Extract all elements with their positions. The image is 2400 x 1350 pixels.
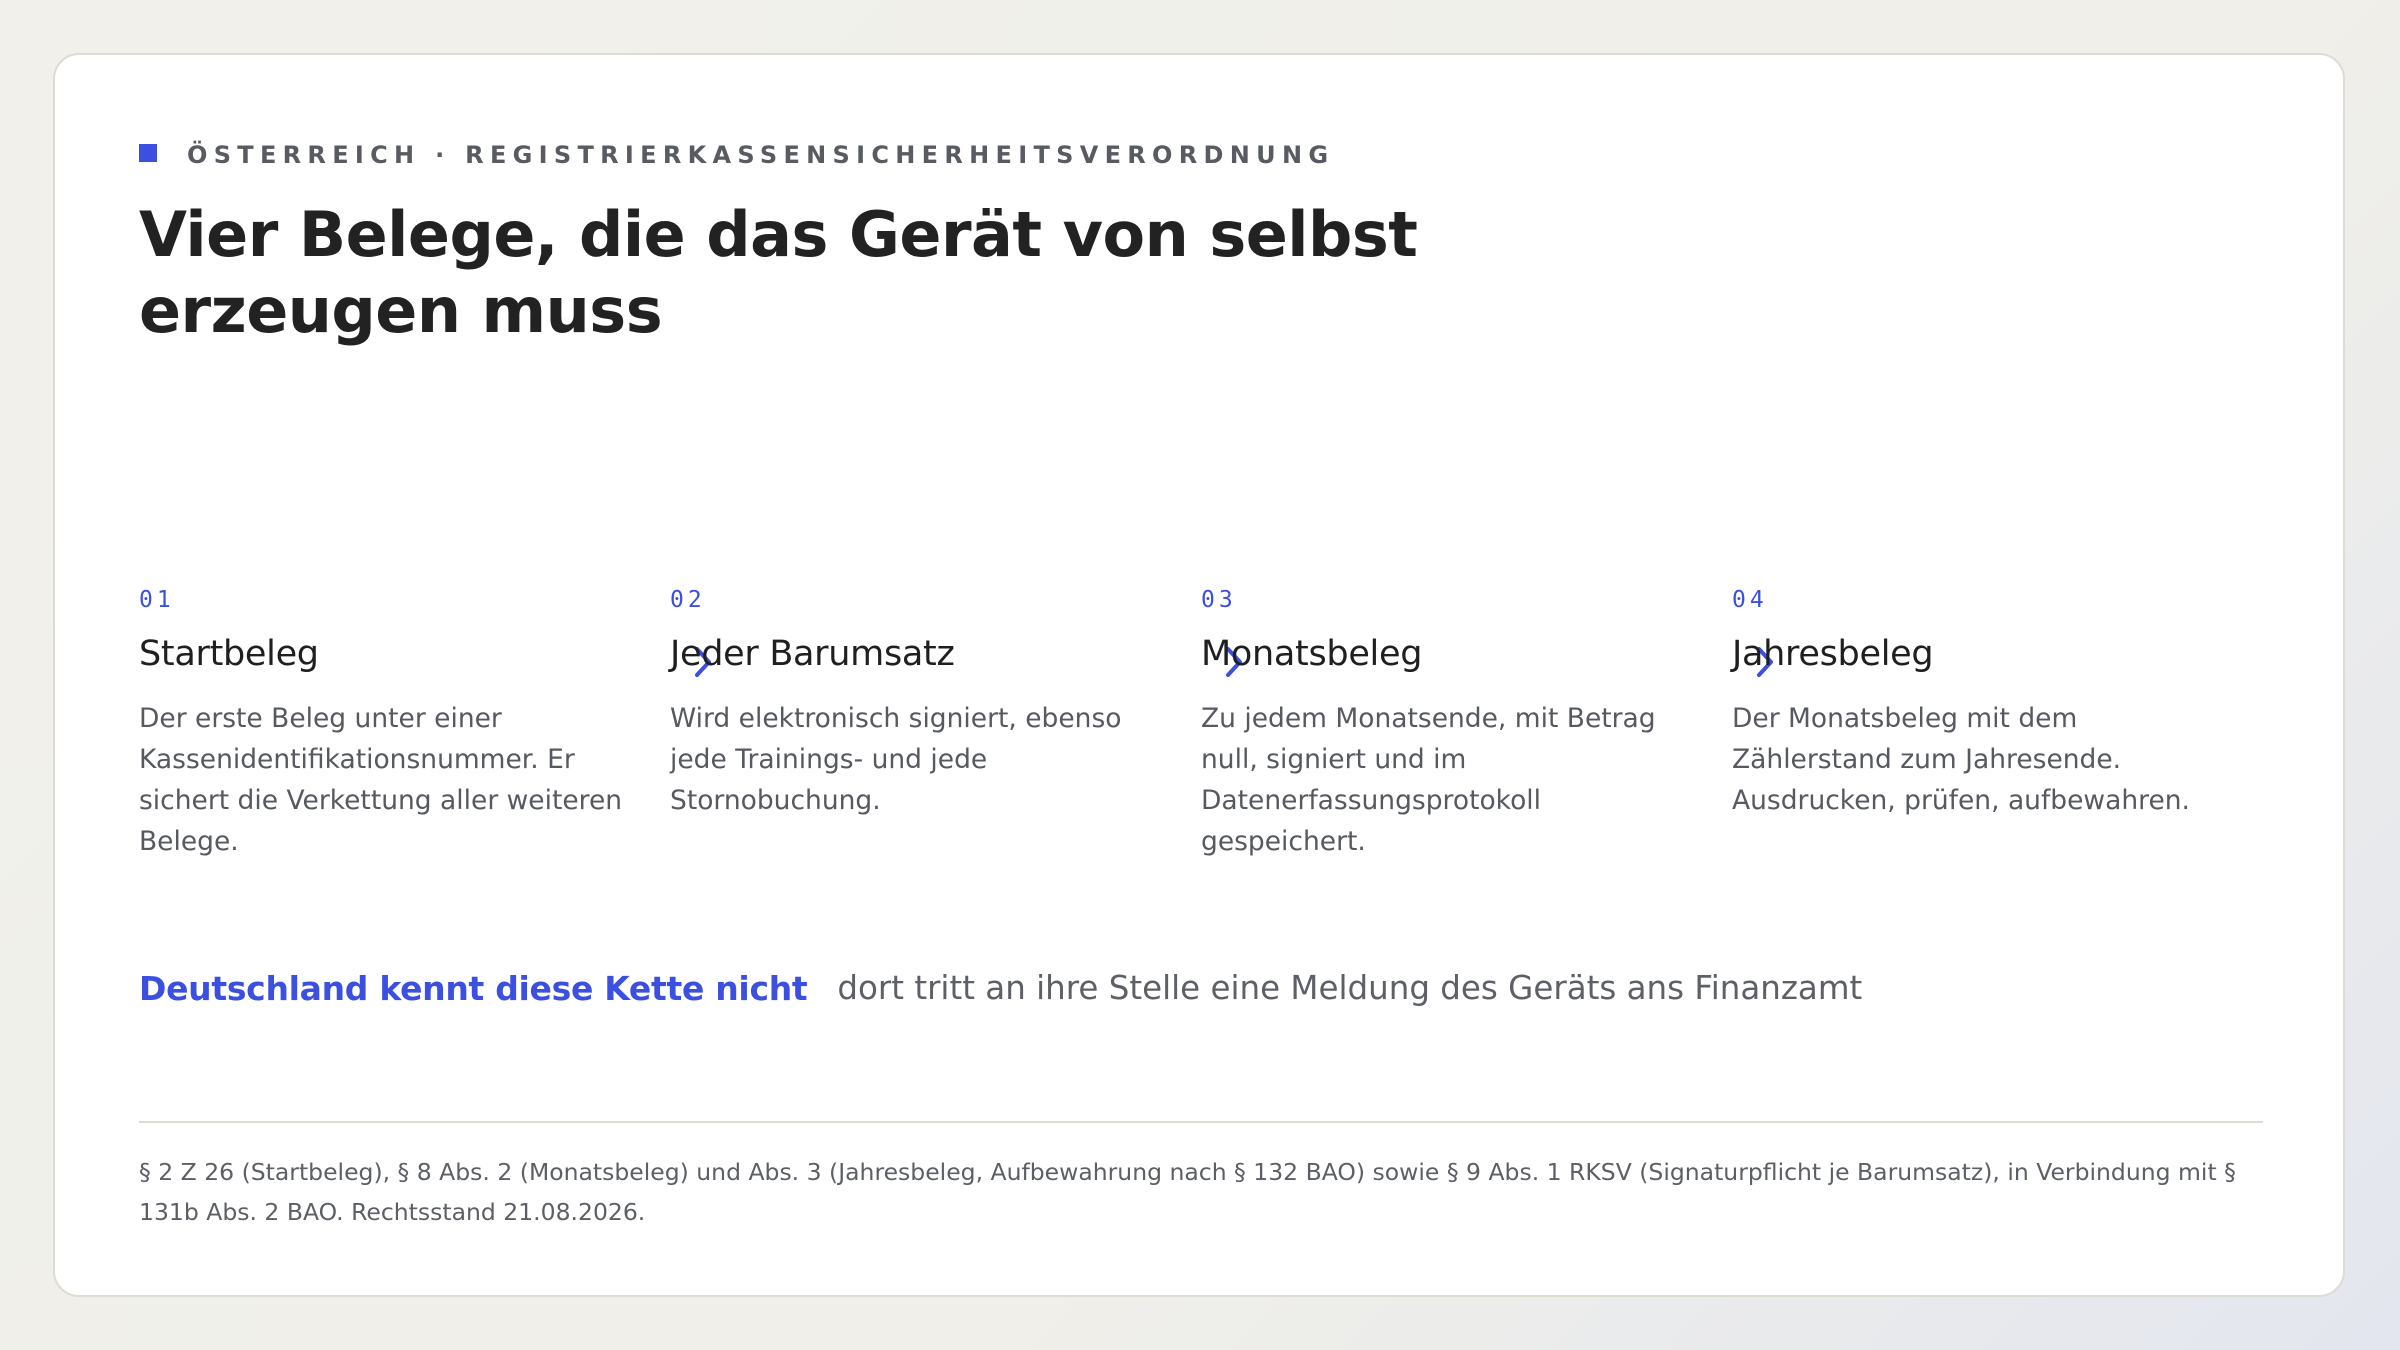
square-marker-icon [139, 144, 157, 162]
step-title: Monatsbeleg [1201, 634, 1423, 674]
step-title: Jahresbeleg [1732, 634, 1934, 674]
legal-footnote: § 2 Z 26 (Startbeleg), § 8 Abs. 2 (Monat… [139, 1158, 2236, 1226]
eyebrow: ÖSTERREICH · REGISTRIERKASSENSICHERHEITS… [139, 135, 1334, 175]
step-jahresbeleg: 04 Jahresbeleg Der Monatsbeleg mit dem Z… [1732, 580, 2222, 821]
step-number: 04 [1732, 587, 1768, 613]
step-title: Jeder Barumsatz [670, 634, 955, 674]
eyebrow-label: ÖSTERREICH · REGISTRIERKASSENSICHERHEITS… [187, 141, 1335, 169]
content-card: ÖSTERREICH · REGISTRIERKASSENSICHERHEITS… [53, 53, 2345, 1297]
step-monatsbeleg: 03 Monatsbeleg Zu jedem Monatsende, mit … [1201, 580, 1691, 862]
step-number: 03 [1201, 587, 1237, 613]
note-highlight: Deutschland kennt diese Kette nicht [139, 968, 808, 1008]
note-text: dort tritt an ihre Stelle eine Meldung d… [837, 969, 1863, 1007]
step-number: 02 [670, 587, 706, 613]
page-title: Vier Belege, die das Gerät von selbst er… [139, 198, 1418, 347]
step-number: 01 [139, 587, 175, 613]
germany-note: Deutschland kennt diese Kette nicht dort… [139, 961, 1862, 1015]
divider [139, 1121, 2263, 1123]
steps-row: 01 Startbeleg Der erste Beleg unter eine… [139, 580, 2263, 920]
step-description: Zu jedem Monatsende, mit Betrag null, si… [1201, 703, 1656, 857]
step-startbeleg: 01 Startbeleg Der erste Beleg unter eine… [139, 580, 629, 862]
step-description: Der Monatsbeleg mit dem Zählerstand zum … [1732, 703, 2190, 816]
step-description: Wird elektronisch signiert, ebenso jede … [670, 703, 1122, 816]
step-title: Startbeleg [139, 634, 319, 674]
step-description: Der erste Beleg unter einer Kassenidenti… [139, 703, 623, 857]
step-barumsatz: 02 Jeder Barumsatz Wird elektronisch sig… [670, 580, 1160, 821]
